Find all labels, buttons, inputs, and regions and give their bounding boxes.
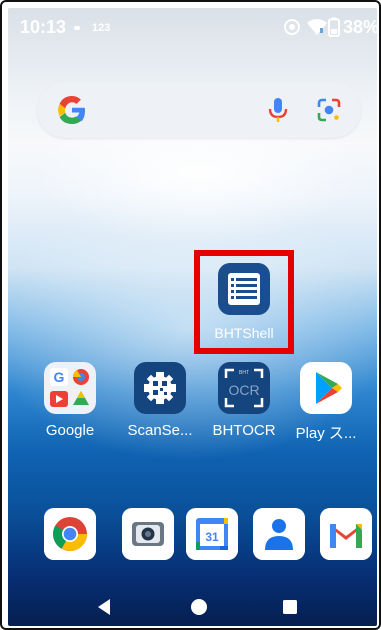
back-icon[interactable]	[96, 598, 112, 616]
nav-bar	[8, 588, 377, 626]
play-store-icon	[300, 362, 352, 414]
app-google-folder[interactable]: G Google	[30, 362, 110, 439]
svg-text:OCR: OCR	[228, 382, 259, 398]
highlight-box	[194, 250, 294, 354]
notification-dot-icon	[74, 26, 80, 30]
phone-frame: 10:13 123 38% BHTShell G Google ScanSe..…	[0, 0, 381, 630]
qr-gear-icon	[134, 362, 186, 414]
app-scanse[interactable]: ScanSe...	[120, 362, 200, 439]
svg-text:BHT: BHT	[239, 370, 249, 376]
app-bhtocr[interactable]: BHT OCR BHTOCR	[204, 362, 284, 439]
home-icon[interactable]	[190, 598, 208, 616]
battery-percent: 38%	[343, 17, 377, 37]
chrome-icon	[44, 508, 96, 560]
contacts-icon	[253, 508, 305, 560]
app-label: Google	[45, 422, 95, 439]
mic-icon[interactable]	[265, 96, 291, 124]
ocr-icon: BHT OCR	[218, 362, 270, 414]
signal-wifi-icon	[284, 19, 300, 35]
status-bar: 10:13 123 38%	[8, 8, 377, 46]
dock-app-chrome[interactable]	[30, 508, 110, 560]
google-g-icon	[58, 96, 85, 124]
camera-icon	[122, 508, 174, 560]
status-time: 10:13	[20, 17, 67, 37]
home-screen: 10:13 123 38% BHTShell G Google ScanSe..…	[8, 8, 377, 626]
google-folder-icon: G	[44, 362, 96, 414]
lens-icon[interactable]	[315, 96, 343, 124]
calendar-day: 31	[205, 530, 219, 544]
calendar-icon: 31	[186, 508, 238, 560]
recents-icon[interactable]	[282, 599, 298, 615]
gmail-icon	[320, 508, 372, 560]
battery-icon	[328, 17, 340, 37]
google-search-bar[interactable]	[37, 82, 361, 138]
app-label: ScanSe...	[127, 422, 193, 439]
app-label: Play ス...	[295, 425, 357, 442]
dock-app-gmail[interactable]	[306, 508, 377, 560]
app-play-store[interactable]: Play ス...	[286, 362, 366, 443]
app-label: BHTOCR	[212, 422, 276, 439]
svg-text:G: G	[54, 369, 65, 385]
small-indicator: 123	[92, 22, 111, 34]
wifi-icon	[307, 19, 327, 35]
